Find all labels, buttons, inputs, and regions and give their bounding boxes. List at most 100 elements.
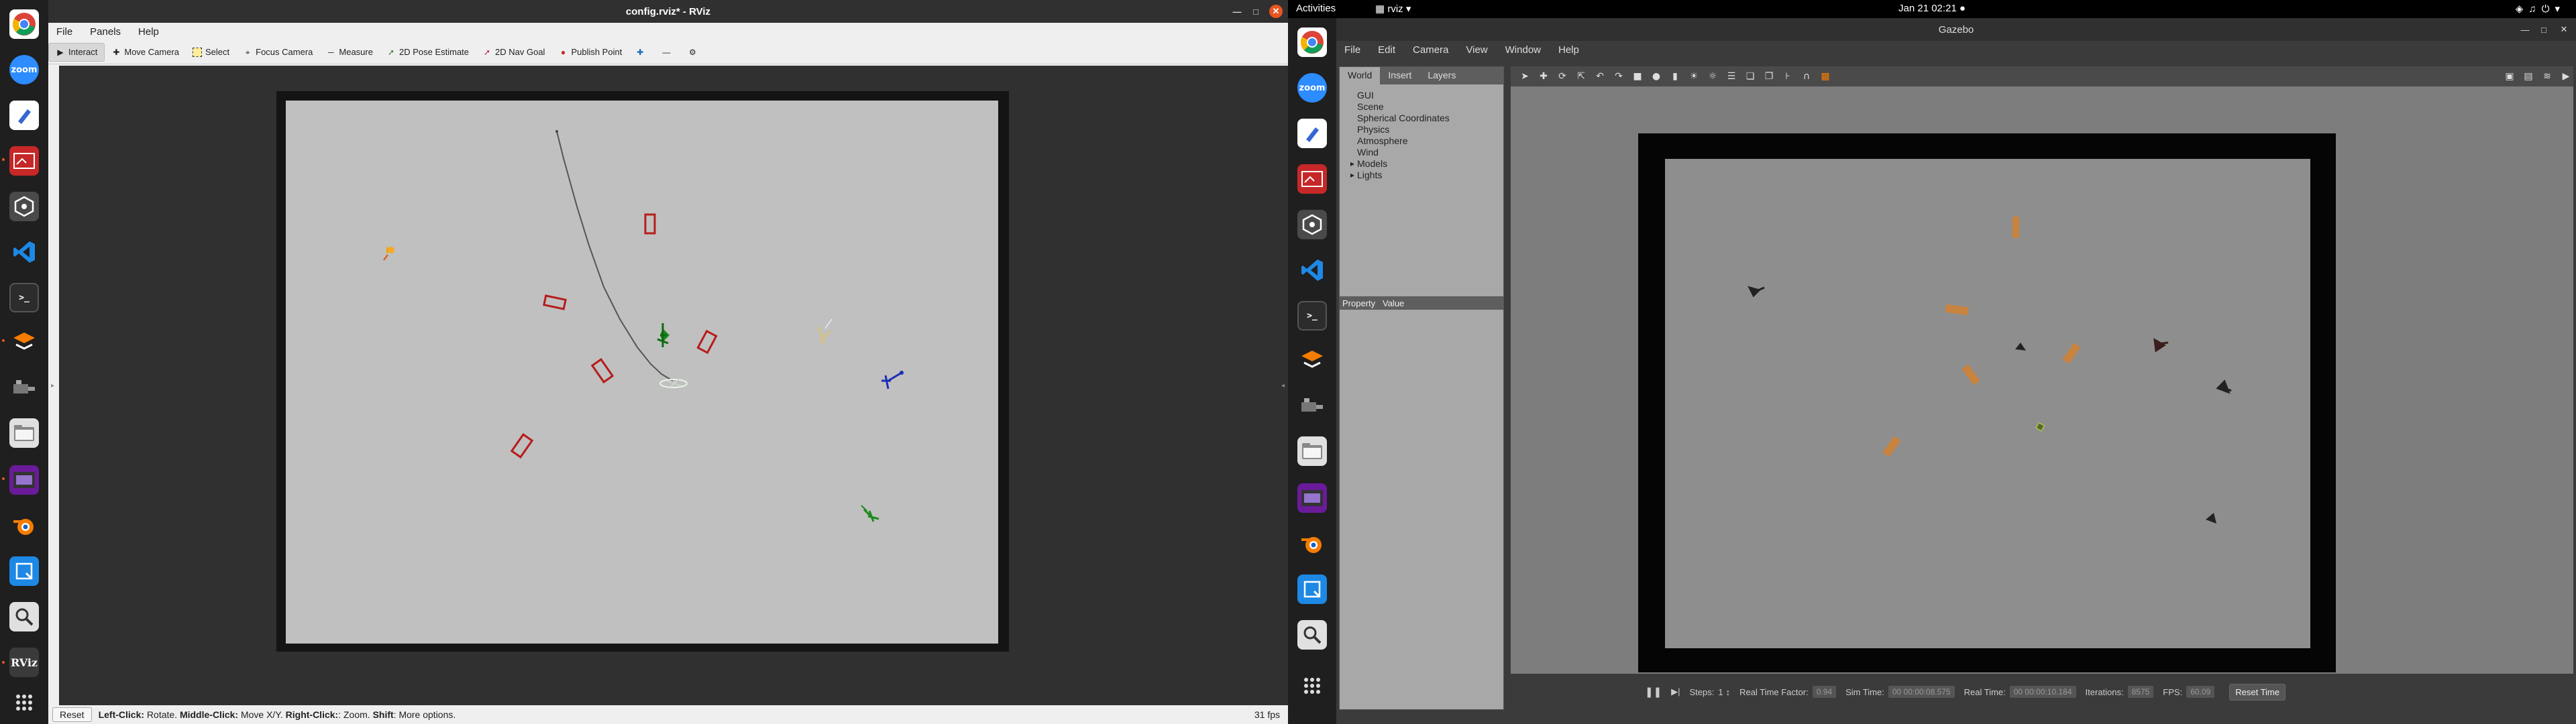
zoom-icon[interactable]: zoom [1297, 73, 1327, 103]
rviz-3d-view[interactable] [59, 66, 1288, 705]
rviz-icon[interactable]: RViz [9, 648, 39, 677]
screenshot-tool-icon[interactable]: ▣ [2502, 71, 2517, 82]
stack-icon[interactable] [1297, 345, 1327, 375]
minimize-icon[interactable]: — [2518, 23, 2532, 36]
unity-icon[interactable] [1297, 210, 1327, 239]
chrome-icon[interactable] [1297, 27, 1327, 57]
tree-item-models[interactable]: Models [1350, 158, 1450, 170]
video-record-icon[interactable]: ▶ [2559, 71, 2573, 82]
translate-mode-icon[interactable]: ✚ [1536, 71, 1551, 82]
cylinder-shape-icon[interactable]: ▮ [1668, 71, 1682, 82]
text-editor-icon[interactable] [1297, 119, 1327, 148]
tool-move-camera[interactable]: ✚ Move Camera [105, 43, 186, 62]
search-icon[interactable] [1297, 620, 1327, 650]
steps-value[interactable]: 1 [1718, 687, 1723, 697]
change-view-icon[interactable]: ▩ [1818, 71, 1833, 82]
system-tray[interactable]: ◈♫⏻▾ [2516, 3, 2565, 15]
tree-item-spherical-coordinates[interactable]: Spherical Coordinates [1350, 113, 1450, 124]
blender-icon[interactable] [9, 511, 39, 540]
gazebo-icon[interactable] [1297, 391, 1327, 420]
add-tool-button[interactable]: ✚ [629, 43, 655, 62]
step-forward-icon[interactable]: ▶| [1671, 686, 1680, 697]
select-mode-icon[interactable]: ➤ [1517, 71, 1532, 82]
screen-capture-icon[interactable] [1297, 575, 1327, 604]
tab-world[interactable]: World [1340, 67, 1381, 84]
rviz-scene[interactable] [59, 66, 1288, 705]
tool-select[interactable]: Select [186, 43, 236, 62]
vscode-icon[interactable] [1297, 255, 1327, 285]
menu-help[interactable]: Help [1550, 44, 1589, 56]
gazebo-scene[interactable] [1511, 86, 2573, 674]
maximize-icon[interactable]: □ [2537, 23, 2551, 36]
vscode-icon[interactable] [9, 237, 39, 267]
directional-light-icon[interactable]: ☰ [1724, 71, 1739, 82]
tool-interact[interactable]: ▶ Interact [48, 42, 105, 62]
tool-pose-estimate[interactable]: ➚ 2D Pose Estimate [380, 43, 476, 62]
chrome-icon[interactable] [9, 9, 39, 39]
blender-icon[interactable] [1297, 529, 1327, 558]
menu-file[interactable]: File [1336, 44, 1370, 56]
menu-help[interactable]: Help [130, 26, 168, 38]
tree-item-lights[interactable]: Lights [1350, 170, 1450, 181]
tool-publish-point[interactable]: ● Publish Point [551, 43, 629, 62]
text-editor-icon[interactable] [9, 101, 39, 130]
search-icon[interactable] [9, 602, 39, 631]
reset-time-button[interactable]: Reset Time [2229, 683, 2286, 701]
menu-edit[interactable]: Edit [1370, 44, 1405, 56]
steps-spinner-icon[interactable]: ↕ [1726, 687, 1731, 697]
video-icon[interactable] [9, 465, 39, 495]
unity-icon[interactable] [9, 192, 39, 221]
point-light-icon[interactable]: ☀ [1686, 71, 1701, 82]
video-icon[interactable] [1297, 483, 1327, 513]
zoom-icon[interactable]: zoom [9, 55, 39, 84]
gazebo-titlebar[interactable]: Gazebo — □ ✕ [1336, 18, 2576, 41]
menu-camera[interactable]: Camera [1405, 44, 1458, 56]
close-icon[interactable]: ✕ [2557, 23, 2571, 36]
menu-window[interactable]: Window [1497, 44, 1550, 56]
align-icon[interactable]: ⊦ [1780, 71, 1795, 82]
screenshot-icon[interactable] [9, 146, 39, 176]
clock[interactable]: Jan 21 02:21 ● [1288, 3, 2576, 14]
plot-icon[interactable]: ≋ [2540, 71, 2555, 82]
terminal-icon[interactable]: >_ [9, 283, 39, 312]
scale-mode-icon[interactable]: ⇱ [1574, 71, 1589, 82]
tool-properties-button[interactable]: ⚙ [681, 43, 707, 62]
rotate-mode-icon[interactable]: ⟳ [1555, 71, 1570, 82]
gazebo-icon[interactable] [9, 373, 39, 402]
app-grid-icon[interactable] [1297, 671, 1327, 701]
tab-layers[interactable]: Layers [1419, 67, 1464, 84]
reset-button[interactable]: Reset [52, 707, 92, 722]
tree-item-physics[interactable]: Physics [1350, 124, 1450, 135]
tree-item-scene[interactable]: Scene [1350, 101, 1450, 113]
tab-insert[interactable]: Insert [1380, 67, 1419, 84]
tree-item-wind[interactable]: Wind [1350, 147, 1450, 158]
tree-item-atmosphere[interactable]: Atmosphere [1350, 135, 1450, 147]
paste-icon[interactable]: ❐ [1762, 71, 1776, 82]
left-panel-handle-icon[interactable]: ▸ [51, 382, 55, 391]
copy-icon[interactable]: ❏ [1743, 71, 1758, 82]
screenshot-icon[interactable] [1297, 164, 1327, 194]
terminal-icon[interactable]: >_ [1297, 301, 1327, 330]
gazebo-3d-view[interactable] [1511, 86, 2573, 674]
tool-focus-camera[interactable]: ⌖ Focus Camera [236, 43, 319, 62]
log-icon[interactable]: ▤ [2521, 71, 2536, 82]
menu-file[interactable]: File [48, 26, 82, 38]
right-panel-handle-icon[interactable]: ◂ [1281, 382, 1285, 391]
play-pause-icon[interactable]: ❚❚ [1645, 686, 1662, 698]
snap-icon[interactable]: ∩ [1799, 71, 1814, 82]
stack-icon[interactable] [9, 327, 39, 357]
undo-icon[interactable]: ↶ [1593, 71, 1607, 82]
tool-measure[interactable]: ─ Measure [319, 43, 380, 62]
menu-view[interactable]: View [1458, 44, 1497, 56]
files-icon[interactable] [9, 418, 39, 448]
tool-nav-goal[interactable]: ➚ 2D Nav Goal [476, 43, 551, 62]
redo-icon[interactable]: ↷ [1611, 71, 1626, 82]
screen-capture-icon[interactable] [9, 556, 39, 586]
maximize-icon[interactable]: □ [1249, 5, 1263, 18]
tree-item-gui[interactable]: GUI [1350, 90, 1450, 101]
spot-light-icon[interactable]: ☼ [1705, 71, 1720, 82]
minimize-icon[interactable]: — [1230, 5, 1244, 18]
close-icon[interactable]: ✕ [1269, 5, 1283, 18]
rviz-titlebar[interactable]: config.rviz* - RViz — □ ✕ [48, 0, 1288, 23]
files-icon[interactable] [1297, 436, 1327, 466]
